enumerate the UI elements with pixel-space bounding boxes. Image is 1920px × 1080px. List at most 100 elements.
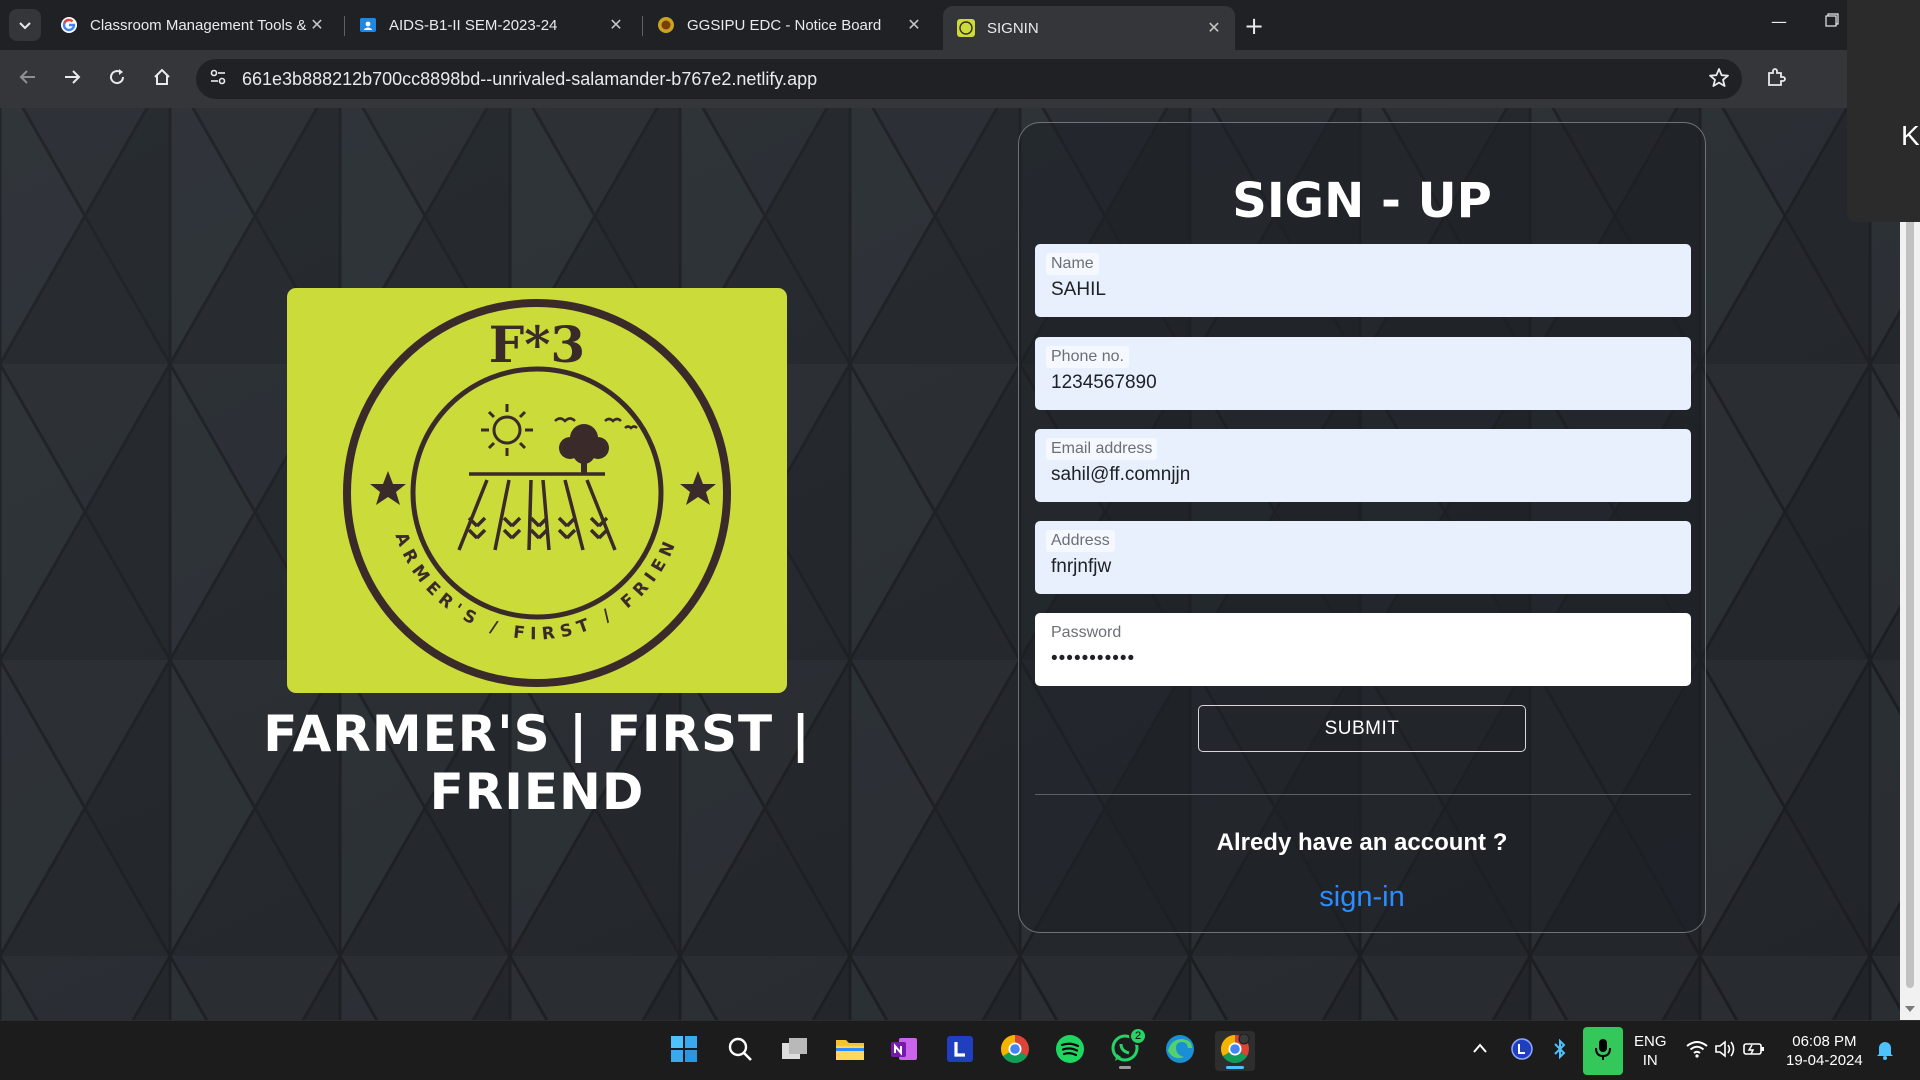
minimize-icon[interactable]: — [1771, 12, 1787, 31]
google-icon [60, 16, 78, 34]
bluetooth-icon[interactable] [1552, 1038, 1568, 1064]
tab-search-button[interactable] [9, 9, 41, 41]
email-field[interactable]: Email address [1035, 429, 1691, 502]
divider [1035, 794, 1691, 795]
form-title: SIGN - UP [1232, 173, 1492, 229]
lang-region: IN [1642, 1052, 1658, 1069]
input-language-indicator[interactable]: ENG IN [1634, 1032, 1667, 1070]
windows-start-icon [670, 1035, 698, 1067]
field-label: Name [1046, 253, 1099, 275]
microphone-in-use-indicator[interactable] [1583, 1027, 1623, 1075]
tab-signin[interactable]: SIGNIN ✕ [943, 6, 1235, 50]
close-icon[interactable]: ✕ [1203, 17, 1225, 39]
start-button[interactable] [664, 1031, 704, 1071]
tab-classroom-tools[interactable]: Classroom Management Tools & ✕ [46, 6, 338, 44]
spotify-icon [1055, 1034, 1085, 1068]
url-text: 661e3b888212b700cc8898bd--unrivaled-sala… [242, 69, 818, 89]
l-tray-icon[interactable] [1511, 1038, 1533, 1064]
task-view-button[interactable] [775, 1031, 815, 1071]
scroll-down-arrow-icon[interactable] [1905, 1006, 1915, 1012]
address-input[interactable] [1051, 556, 1671, 578]
home-button[interactable] [146, 63, 178, 95]
tab-title: Classroom Management Tools & [90, 16, 306, 34]
clock-date: 19-04-2024 [1786, 1052, 1863, 1069]
phone-field[interactable]: Phone no. [1035, 337, 1691, 410]
page-scrollbar[interactable] [1900, 108, 1920, 1020]
field-label: Email address [1046, 438, 1158, 460]
tagline-heading: FARMER'S | FIRST | FRIEND [263, 705, 811, 821]
password-input[interactable] [1051, 648, 1671, 670]
file-explorer-icon [835, 1036, 865, 1066]
notification-bell-icon[interactable] [1876, 1040, 1894, 1064]
field-label: Password [1051, 624, 1122, 641]
tree-icon [559, 424, 609, 475]
l-app-icon [946, 1035, 974, 1067]
restore-icon[interactable] [1825, 12, 1839, 31]
google-classroom-icon [359, 16, 377, 34]
site-info-button[interactable] [202, 63, 234, 95]
onenote-button[interactable] [884, 1031, 924, 1071]
tab-title: GGSIPU EDC - Notice Board [687, 16, 882, 34]
address-field[interactable]: Address [1035, 521, 1691, 594]
scrollbar-thumb[interactable] [1906, 218, 1914, 988]
search-icon [727, 1036, 753, 1066]
taskbar-clock[interactable]: 06:08 PM 19-04-2024 [1786, 1032, 1863, 1070]
password-field[interactable]: Password [1035, 613, 1691, 686]
close-icon[interactable]: ✕ [903, 14, 925, 36]
new-tab-button[interactable]: + [1240, 12, 1268, 40]
close-icon[interactable]: ✕ [605, 14, 627, 36]
name-input[interactable] [1051, 279, 1671, 301]
back-button[interactable] [12, 63, 44, 95]
chrome-icon [1000, 1034, 1030, 1068]
star-icon [680, 471, 716, 505]
bookmark-star-icon[interactable] [1708, 67, 1730, 93]
tab-ggsipu-notice[interactable]: GGSIPU EDC - Notice Board ✕ [643, 6, 935, 44]
clock-time: 06:08 PM [1792, 1033, 1857, 1050]
signup-form: SIGN - UP Name Phone no. Email address A… [1018, 122, 1706, 933]
extensions-icon[interactable] [1764, 65, 1788, 93]
file-explorer-button[interactable] [830, 1031, 870, 1071]
sign-in-link[interactable]: sign-in [1019, 881, 1705, 914]
lang-code: ENG [1634, 1033, 1667, 1050]
arrow-right-icon [62, 67, 82, 91]
chrome-button[interactable] [995, 1031, 1035, 1071]
chrome-active-button[interactable] [1215, 1031, 1255, 1071]
star-icon [370, 471, 406, 505]
farmers-logo-icon [957, 19, 975, 37]
running-indicator [1226, 1066, 1244, 1069]
name-field[interactable]: Name [1035, 244, 1691, 317]
volume-icon[interactable] [1714, 1040, 1736, 1062]
taskbar-search-button[interactable] [720, 1031, 760, 1071]
browser-toolbar: 661e3b888212b700cc8898bd--unrivaled-sala… [0, 50, 1920, 108]
ggsipu-icon [657, 16, 675, 34]
battery-charging-icon[interactable] [1743, 1041, 1765, 1061]
email-input[interactable] [1051, 464, 1671, 486]
arrow-left-icon [18, 67, 38, 91]
birds-icon [554, 417, 638, 430]
overlapping-window[interactable]: K [1847, 0, 1920, 222]
tab-aids-b1[interactable]: AIDS-B1-II SEM-2023-24 ✕ [345, 6, 637, 44]
browser-tabstrip: Classroom Management Tools & ✕ AIDS-B1-I… [0, 0, 1920, 50]
chevron-up-icon[interactable] [1472, 1039, 1488, 1058]
edge-button[interactable] [1160, 1031, 1200, 1071]
wifi-icon[interactable] [1686, 1040, 1708, 1062]
page-viewport: F*3 FARMER'S / FIRST / FRIEND [0, 108, 1900, 1020]
logo-emblem: F*3 FARMER'S / FIRST / FRIEND [277, 273, 731, 687]
logo-monogram: F*3 [489, 315, 585, 374]
close-icon[interactable]: ✕ [306, 14, 328, 36]
phone-input[interactable] [1051, 372, 1671, 394]
whatsapp-button[interactable]: 2 [1105, 1027, 1147, 1071]
tab-title: SIGNIN [987, 19, 1039, 37]
submit-button[interactable]: SUBMIT [1198, 705, 1526, 752]
home-icon [152, 67, 172, 91]
spotify-button[interactable] [1050, 1031, 1090, 1071]
reload-button[interactable] [101, 63, 133, 95]
farmers-first-friend-logo: F*3 FARMER'S / FIRST / FRIEND [277, 273, 787, 693]
edge-icon [1165, 1034, 1195, 1068]
forward-button[interactable] [56, 63, 88, 95]
popup-letter: K [1901, 120, 1920, 151]
notification-badge: 2 [1129, 1027, 1147, 1045]
l-app-button[interactable] [940, 1031, 980, 1071]
address-bar[interactable]: 661e3b888212b700cc8898bd--unrivaled-sala… [196, 59, 1742, 99]
field-label: Phone no. [1046, 346, 1129, 368]
